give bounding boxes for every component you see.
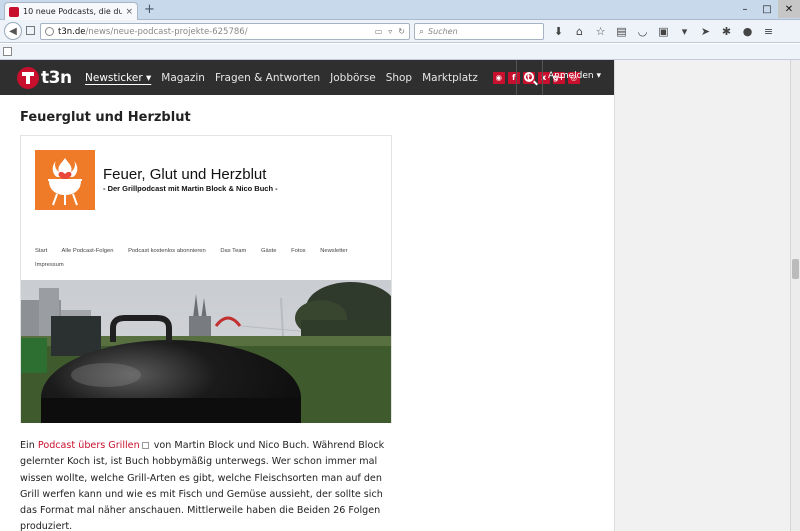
nav-shop[interactable]: Shop: [381, 72, 417, 84]
back-arrow-icon: ◀: [9, 25, 17, 37]
podcast-nav-item: Podcast kostenlos abonnieren: [128, 248, 206, 254]
url-domain: t3n.de: [58, 26, 86, 37]
send-icon[interactable]: ➤: [695, 23, 716, 40]
t3n-logo-icon: [17, 66, 39, 89]
podcast-subtitle: - Der Grillpodcast mit Martin Block & Ni…: [103, 184, 278, 193]
browser-tab[interactable]: 10 neue Podcasts, die du di... ×: [4, 2, 138, 20]
new-tab-button[interactable]: +: [144, 2, 155, 18]
t3n-logo[interactable]: t3n: [0, 60, 80, 95]
page-scrollbar[interactable]: [790, 60, 800, 531]
close-window-button[interactable]: ✕: [778, 0, 800, 18]
podcast-nav-item: Newsletter: [320, 248, 348, 254]
podcast-nav-item: Gäste: [260, 248, 277, 254]
grill-photo: [21, 280, 391, 423]
nav-fragen-antworten[interactable]: Fragen & Antworten: [210, 72, 325, 84]
facebook-icon[interactable]: f: [507, 71, 520, 84]
podcast-link[interactable]: Podcast übers Grillen: [38, 440, 140, 451]
home-icon[interactable]: ⌂: [569, 23, 590, 40]
podcast-title: Feuer, Glut und Herzblut: [103, 166, 267, 183]
reload-icon[interactable]: ↻: [398, 27, 405, 36]
site-header: t3n Newsticker ▾ Magazin Fragen & Antwor…: [0, 60, 614, 95]
paragraph-rest: von Martin Block und Nico Buch. Während …: [20, 440, 385, 531]
podcast-nav-item: Impressum: [35, 262, 64, 268]
tab-bar: 10 neue Podcasts, die du di... × + – □ ✕: [0, 0, 800, 20]
search-placeholder: Suchen: [428, 27, 458, 36]
dropdown-icon[interactable]: ▾: [674, 23, 695, 40]
url-bar[interactable]: t3n.de /news/neue-podcast-projekte-62578…: [40, 23, 410, 40]
toolbar-icons: ⬇ ⌂ ☆ ▤ ◡ ▣ ▾ ➤ ✱ ● ≡: [548, 23, 779, 40]
globe-icon: [45, 27, 54, 36]
header-search-button[interactable]: [520, 68, 538, 86]
navigation-toolbar: ◀ t3n.de /news/neue-podcast-projekte-625…: [0, 20, 800, 43]
external-link-icon: [141, 442, 149, 449]
scrollbar-thumb[interactable]: [792, 259, 799, 279]
nav-newsticker[interactable]: Newsticker ▾: [80, 72, 156, 84]
main-nav: Newsticker ▾ Magazin Fragen & Antworten …: [80, 60, 483, 95]
header-divider: [542, 60, 543, 95]
menu-icon[interactable]: ≡: [758, 23, 779, 40]
paragraph-prefix: Ein: [20, 440, 35, 451]
tab-close-icon[interactable]: ×: [125, 7, 133, 17]
sync-icon[interactable]: ▣: [653, 23, 674, 40]
podcast-site-nav: Start Alle Podcast-Folgen Podcast kosten…: [35, 244, 365, 272]
grill-heart-logo-icon: [35, 150, 95, 210]
maximize-button[interactable]: □: [756, 0, 778, 18]
extension-icon[interactable]: ✱: [716, 23, 737, 40]
right-sidebar: [614, 60, 790, 531]
login-button[interactable]: Anmelden ▾: [548, 71, 601, 81]
podcast-nav-item: Alle Podcast-Folgen: [61, 248, 114, 254]
url-actions: ▭ ▿ ↻: [375, 27, 405, 36]
logo-text: t3n: [41, 67, 72, 88]
article-paragraph: Ein Podcast übers Grillen von Martin Blo…: [20, 438, 392, 531]
search-icon: [524, 72, 534, 82]
page-info-icon[interactable]: [26, 26, 35, 35]
search-bar[interactable]: ⌕ Suchen: [414, 23, 544, 40]
window-controls: – □ ✕: [734, 0, 800, 18]
bookmarks-list-icon[interactable]: ▤: [611, 23, 632, 40]
nav-magazin[interactable]: Magazin: [156, 72, 210, 84]
bookmark-star-icon[interactable]: ☆: [590, 23, 611, 40]
rss-icon[interactable]: ◉: [492, 71, 505, 84]
bookmarks-toolbar: [0, 44, 800, 60]
dropdown-arrow-icon[interactable]: ▿: [388, 27, 392, 36]
nav-marktplatz[interactable]: Marktplatz: [417, 72, 483, 84]
chat-icon[interactable]: ●: [737, 23, 758, 40]
download-icon[interactable]: ⬇: [548, 23, 569, 40]
pocket-icon[interactable]: ◡: [632, 23, 653, 40]
back-button[interactable]: ◀: [4, 22, 22, 40]
tab-title: 10 neue Podcasts, die du di...: [23, 7, 123, 16]
minimize-button[interactable]: –: [734, 0, 756, 18]
podcast-nav-item: Start: [35, 248, 48, 254]
t3n-favicon-icon: [9, 6, 19, 17]
podcast-screenshot[interactable]: Feuer, Glut und Herzblut - Der Grillpodc…: [20, 135, 392, 423]
page-viewport: t3n Newsticker ▾ Magazin Fragen & Antwor…: [0, 60, 790, 531]
url-path: /news/neue-podcast-projekte-625786/: [85, 26, 248, 37]
podcast-nav-item: Fotos: [291, 248, 306, 254]
article-heading: Feuerglut und Herzblut: [20, 110, 191, 125]
bookmark-item-icon[interactable]: [3, 47, 12, 56]
nav-jobboerse[interactable]: Jobbörse: [325, 72, 381, 84]
header-divider: [516, 60, 517, 95]
podcast-nav-item: Das Team: [220, 248, 247, 254]
search-icon: ⌕: [419, 26, 425, 37]
reader-view-icon[interactable]: ▭: [375, 27, 383, 36]
